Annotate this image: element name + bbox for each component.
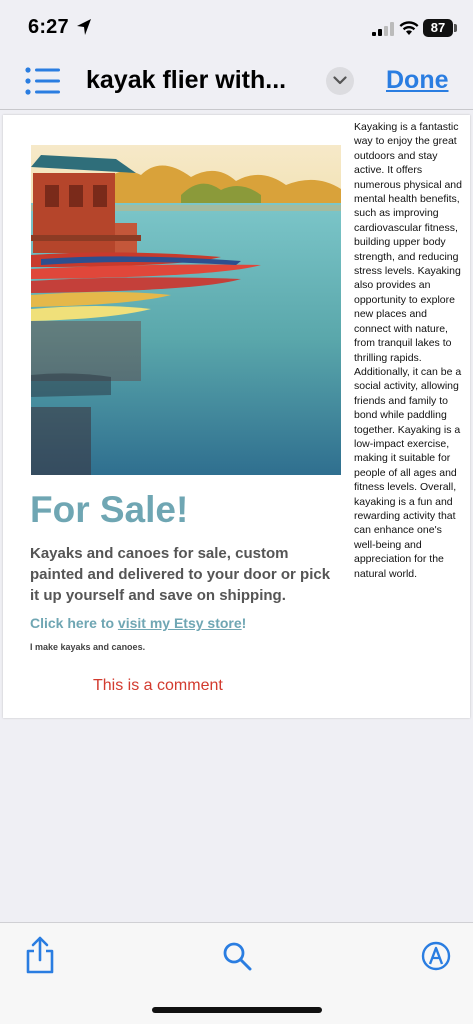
home-indicator: [152, 1007, 322, 1013]
battery-indicator: 87: [423, 19, 453, 37]
nav-bar: kayak flier with... Done: [0, 56, 473, 110]
title-menu-button[interactable]: [326, 67, 354, 95]
maker-note: I make kayaks and canoes.: [30, 642, 146, 652]
etsy-prefix: Click here to: [30, 615, 118, 631]
location-arrow-icon: [77, 19, 91, 35]
document-page: For Sale! Kayaks and canoes for sale, cu…: [3, 115, 470, 718]
chevron-down-icon: [333, 76, 347, 85]
description: Kayaks and canoes for sale, custom paint…: [30, 545, 331, 604]
document-title[interactable]: kayak flier with...: [86, 66, 286, 95]
bottom-toolbar: [0, 922, 473, 1024]
done-button[interactable]: Done: [386, 66, 449, 95]
cellular-signal-icon: [372, 22, 394, 36]
kayak-photo: [31, 145, 341, 475]
share-icon[interactable]: [24, 936, 56, 974]
markup-icon[interactable]: [421, 941, 451, 971]
side-column-text: Kayaking is a fantastic way to enjoy the…: [354, 121, 462, 580]
comment-text: This is a comment: [93, 677, 223, 694]
headline: For Sale!: [30, 489, 189, 530]
etsy-suffix: !: [241, 615, 247, 631]
etsy-store-link[interactable]: visit my Etsy store: [118, 615, 242, 631]
list-icon[interactable]: [25, 66, 61, 96]
battery-cap: [454, 24, 457, 32]
wifi-icon: [399, 21, 419, 35]
search-icon[interactable]: [222, 941, 252, 971]
clock: 6:27: [28, 16, 69, 38]
etsy-line: Click here to visit my Etsy store!: [30, 615, 246, 631]
status-bar: 6:27 87: [0, 0, 473, 56]
